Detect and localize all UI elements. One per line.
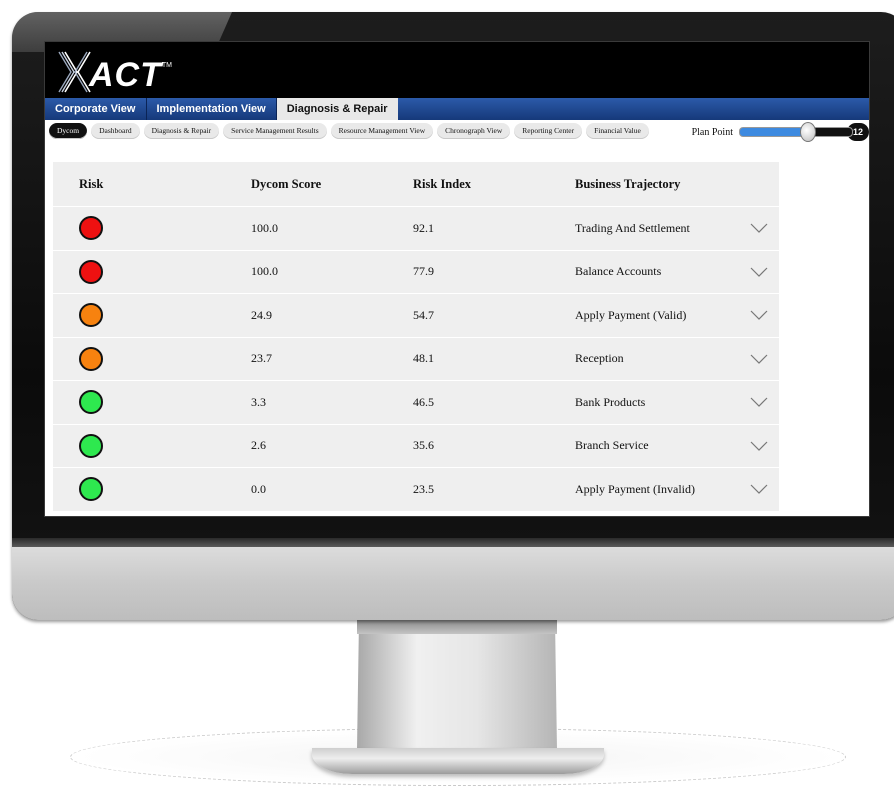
- header-business-trajectory: Business Trajectory: [575, 176, 681, 191]
- business-trajectory-cell: Apply Payment (Invalid): [575, 481, 695, 496]
- subtab-dycom[interactable]: Dycom: [49, 123, 88, 139]
- chevron-down-icon[interactable]: [750, 223, 768, 234]
- risk-indicator-icon: [79, 216, 103, 241]
- risk-indicator-icon: [79, 477, 103, 502]
- subtab-diagnosis-repair[interactable]: Diagnosis & Repair: [143, 123, 220, 139]
- table-body: 100.0 92.1 Trading And Settlement 100.0 77.9…: [53, 207, 779, 512]
- plan-point-slider-handle[interactable]: [800, 122, 817, 142]
- header-dycom-score: Dycom Score: [251, 176, 322, 191]
- dycom-score-cell: 2.6: [251, 438, 266, 453]
- table-header: Risk Dycom Score Risk Index Business Tra…: [53, 162, 779, 207]
- monitor-chin: [12, 547, 894, 620]
- dycom-score-cell: 24.9: [251, 307, 272, 322]
- business-trajectory-cell: Branch Service: [575, 438, 649, 453]
- tab-diagnosis-repair[interactable]: Diagnosis & Repair: [276, 98, 398, 120]
- risk-index-cell: 23.5: [413, 481, 434, 496]
- app-screen: ACT TM Corporate View Implementation Vie…: [44, 41, 870, 517]
- chevron-down-icon[interactable]: [750, 484, 768, 495]
- main-nav: Corporate View Implementation View Diagn…: [45, 98, 869, 120]
- chevron-down-icon[interactable]: [750, 441, 768, 451]
- subtab-financial-value[interactable]: Financial Value: [586, 123, 649, 139]
- risk-table: Risk Dycom Score Risk Index Business Tra…: [53, 162, 779, 512]
- business-trajectory-cell: Reception: [575, 351, 624, 366]
- subtab-service-management-results[interactable]: Service Management Results: [223, 123, 327, 139]
- header-risk-index: Risk Index: [413, 176, 472, 191]
- subtab-chronograph-view[interactable]: Chronograph View: [437, 123, 511, 139]
- plan-point-label: Plan Point: [691, 126, 733, 138]
- header-risk: Risk: [79, 176, 104, 191]
- monitor-stand-base: [312, 748, 604, 774]
- risk-indicator-icon: [79, 303, 103, 328]
- business-trajectory-cell: Trading And Settlement: [575, 220, 690, 235]
- risk-indicator-icon: [79, 346, 103, 371]
- table-row[interactable]: 100.0 92.1 Trading And Settlement: [53, 207, 779, 251]
- logo-x-icon: [58, 51, 91, 93]
- logo-trademark: TM: [161, 62, 172, 69]
- business-trajectory-cell: Apply Payment (Valid): [575, 307, 687, 322]
- table-row[interactable]: 0.0 23.5 Apply Payment (Invalid): [53, 468, 779, 512]
- tab-implementation-view[interactable]: Implementation View: [147, 98, 277, 120]
- risk-index-cell: 54.7: [413, 307, 434, 322]
- table-row[interactable]: 100.0 77.9 Balance Accounts: [53, 250, 779, 294]
- tab-corporate-view[interactable]: Corporate View: [45, 98, 147, 120]
- monitor-stand-neck: [357, 620, 557, 750]
- business-trajectory-cell: Balance Accounts: [575, 264, 662, 279]
- risk-indicator-icon: [79, 259, 103, 284]
- app-header: ACT TM: [45, 42, 869, 98]
- risk-index-cell: 46.5: [413, 394, 434, 409]
- risk-index-cell: 92.1: [413, 220, 434, 235]
- risk-index-cell: 35.6: [413, 438, 434, 453]
- chevron-down-icon[interactable]: [750, 267, 768, 277]
- subtab-resource-management-view[interactable]: Resource Management View: [330, 123, 434, 139]
- risk-index-cell: 48.1: [413, 351, 434, 366]
- table-row[interactable]: 24.9 54.7 Apply Payment (Valid): [53, 294, 779, 338]
- chevron-down-icon[interactable]: [750, 397, 768, 408]
- dycom-score-cell: 100.0: [251, 220, 278, 235]
- plan-point-control: Plan Point 12: [692, 122, 869, 142]
- dycom-score-cell: 0.0: [251, 481, 266, 496]
- chevron-down-icon[interactable]: [750, 354, 768, 364]
- risk-index-cell: 77.9: [413, 264, 434, 279]
- subtab-reporting-center[interactable]: Reporting Center: [514, 123, 583, 139]
- risk-indicator-icon: [79, 390, 103, 415]
- logo-text: ACT: [89, 56, 162, 94]
- table-row[interactable]: 3.3 46.5 Bank Products: [53, 381, 779, 425]
- dycom-score-cell: 23.7: [251, 351, 272, 366]
- act-logo: ACT TM: [57, 50, 172, 94]
- subtab-dashboard[interactable]: Dashboard: [91, 123, 140, 139]
- risk-indicator-icon: [79, 433, 103, 458]
- plan-point-slider[interactable]: [739, 122, 853, 142]
- dycom-score-cell: 100.0: [251, 264, 278, 279]
- table-row[interactable]: 23.7 48.1 Reception: [53, 337, 779, 381]
- monitor-stand-joint: [357, 620, 557, 634]
- chevron-down-icon[interactable]: [750, 310, 768, 321]
- table-row[interactable]: 2.6 35.6 Branch Service: [53, 424, 779, 468]
- business-trajectory-cell: Bank Products: [575, 394, 646, 409]
- dycom-score-cell: 3.3: [251, 394, 266, 409]
